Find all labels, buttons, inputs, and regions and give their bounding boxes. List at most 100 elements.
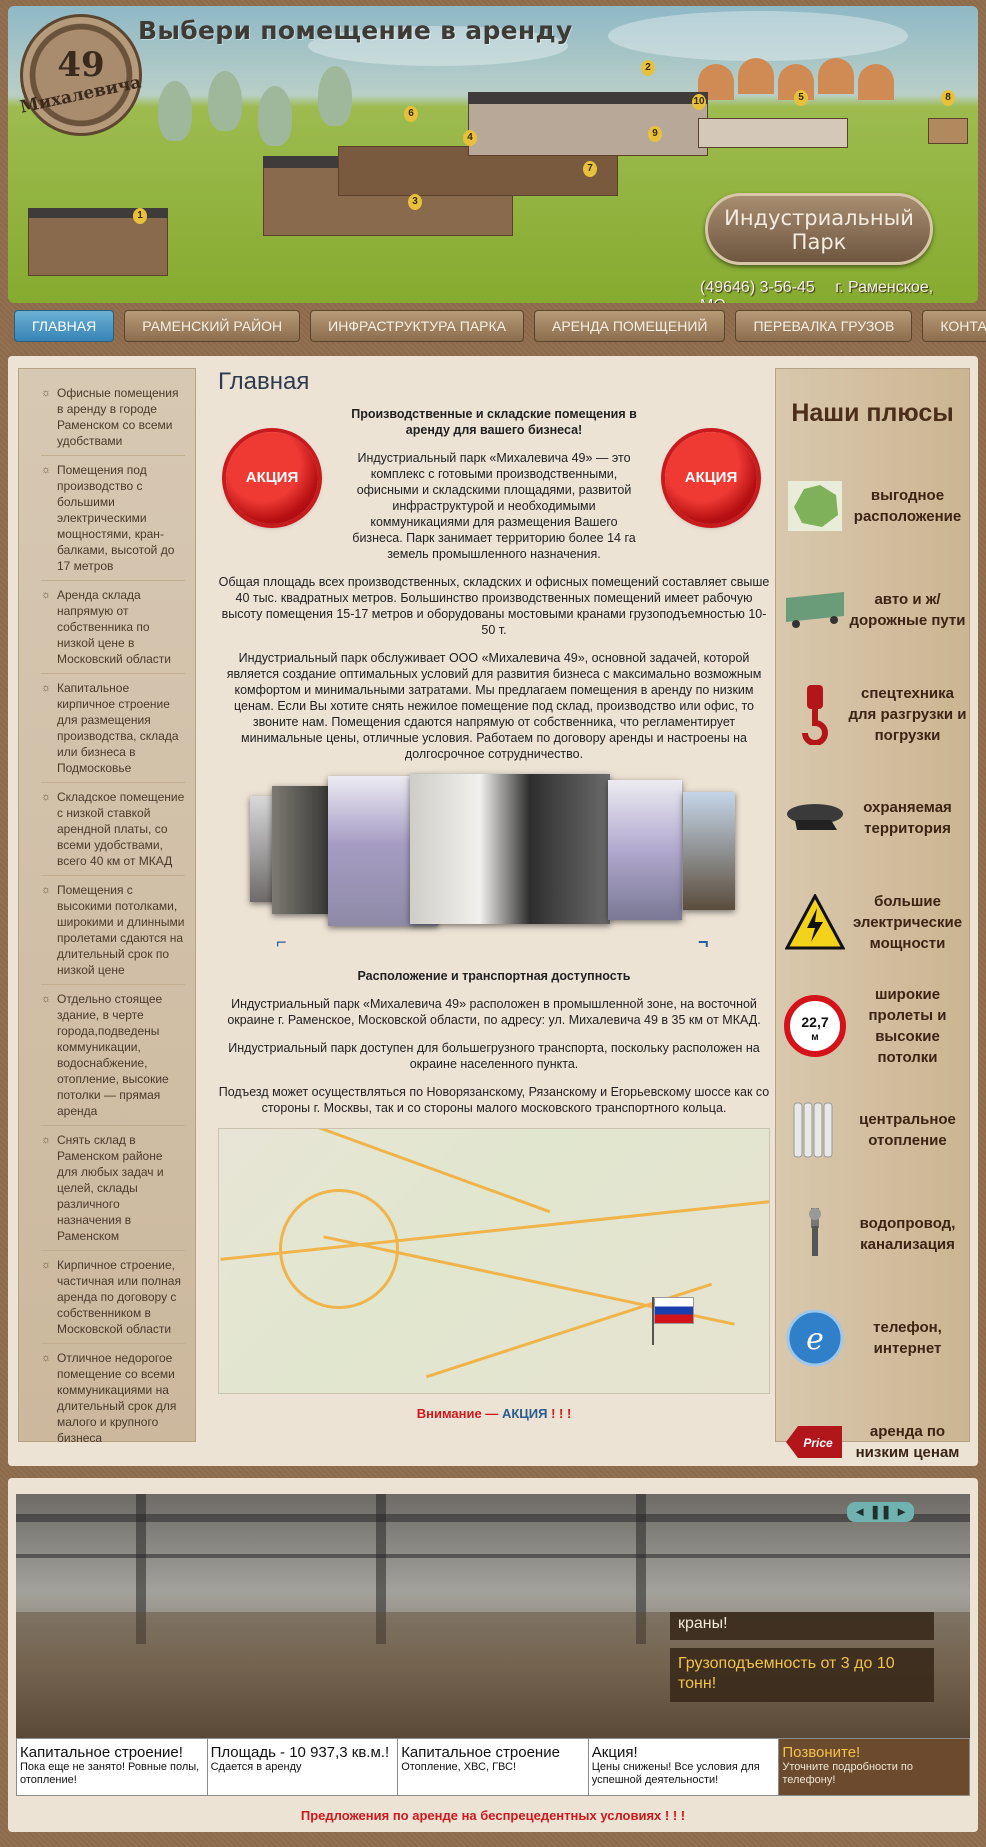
slider-tab-subtitle: Отопление, ХВС, ГВС! [401, 1761, 517, 1773]
header-title: Выбери помещение в аренду [138, 16, 573, 45]
advantage-item: авто и ж/дорожные пути [776, 558, 969, 662]
sidebar-link[interactable]: Аренда склада напрямую от собственника п… [41, 587, 185, 674]
tree [208, 71, 242, 131]
gallery-photo[interactable] [608, 780, 682, 920]
map-ring-road [279, 1189, 399, 1309]
sidebar-link[interactable]: Складское помещение с низкой ставкой аре… [41, 789, 185, 876]
advantage-label: большие электрические мощности [852, 892, 963, 952]
logo[interactable]: 49 Михалевича [19, 14, 143, 136]
sidebar-link[interactable]: Помещения с высокими потолками, широкими… [41, 882, 185, 985]
advantage-label: аренда по низким ценам [855, 1423, 960, 1461]
advantage-label: водопровод, канализация [859, 1215, 956, 1253]
map-pin-6[interactable]: 6 [404, 106, 418, 122]
nav-item-contacts[interactable]: КОНТАКТЫ [922, 310, 986, 342]
slider-tab-subtitle: Уточните подробности по телефону! [782, 1761, 913, 1786]
sidebar-link[interactable]: Кирпичное строение, частичная или полная… [41, 1257, 185, 1344]
sidebar-link[interactable]: Помещения под производство с большими эл… [41, 462, 185, 581]
slider-tab-subtitle: Цены снижены! Все условия для успешной д… [591, 1761, 760, 1786]
nav-item-district[interactable]: РАМЕНСКИЙ РАЙОН [124, 310, 301, 342]
slider-tab-subtitle: Пока еще не занято! Ровные полы, отоплен… [20, 1761, 200, 1786]
map-pin-9[interactable]: 9 [648, 126, 662, 142]
gallery-next-button[interactable]: ¬ [698, 932, 709, 953]
map-pin-5[interactable]: 5 [794, 90, 808, 106]
advantage-item: центральное отопление [776, 1078, 969, 1182]
intro-block: Производственные и складские помещения в… [344, 406, 644, 562]
advantage-item: выгодное расположение [776, 454, 969, 558]
map-pin-4[interactable]: 4 [463, 130, 477, 146]
advantage-label: спецтехника для разгрузки и погрузки [848, 684, 967, 744]
promo-stamp-right[interactable]: АКЦИЯ [665, 432, 757, 524]
slider-tab[interactable]: Акция! Цены снижены! Все условия для усп… [589, 1739, 780, 1795]
map-pin-2[interactable]: 2 [641, 60, 655, 76]
header-contact: (49646) 3-56-45 г. Раменское, МО [700, 279, 978, 303]
silo [738, 58, 774, 94]
paragraph-area: Общая площадь всех производственных, скл… [218, 575, 770, 637]
height-sign-value: 22,7 [801, 1014, 828, 1030]
promo-stamp-left[interactable]: АКЦИЯ [226, 432, 318, 524]
advantage-label: выгодное расположение [853, 487, 962, 525]
nav-item-infrastructure[interactable]: ИНФРАСТРУКТУРА ПАРКА [310, 310, 524, 342]
slider-tab[interactable]: Капитальное строение Отопление, ХВС, ГВС… [398, 1739, 589, 1795]
sidebar-link[interactable]: Отличное недорогое помещение со всеми ко… [41, 1350, 185, 1452]
advantage-item: большие электрические мощности [776, 870, 969, 974]
promo-line-exclaim: ! ! ! [547, 1406, 572, 1421]
park-plate-line1: Индустриальный [724, 206, 914, 230]
sidebar-link[interactable]: Отдельно стоящее здание, в черте города,… [41, 991, 185, 1126]
high-voltage-icon [784, 891, 846, 953]
faucet-icon [784, 1203, 846, 1265]
slider-tab-title: Позвоните! [782, 1744, 861, 1761]
slider-tab-title: Акция! [591, 1744, 638, 1761]
main-column: Главная АКЦИЯ АКЦИЯ Производственные и с… [218, 368, 770, 1421]
building-small [928, 118, 968, 144]
gallery-photo-active[interactable] [410, 774, 610, 924]
advantage-label: телефон, интернет [873, 1319, 942, 1357]
nav-item-home[interactable]: ГЛАВНАЯ [14, 310, 115, 342]
promo-line-akcia: АКЦИЯ [501, 1406, 548, 1421]
gallery-prev-button[interactable]: ⌐ [276, 932, 287, 953]
map-pin-3[interactable]: 3 [408, 194, 422, 210]
slider-tab-title: Капитальное строение! [20, 1744, 183, 1761]
slider-tab[interactable]: Площадь - 10 937,3 кв.м.! Сдается в арен… [208, 1739, 399, 1795]
location-heading: Расположение и транспортная доступность [357, 969, 631, 983]
advantage-label: широкие пролеты и высокие потолки [868, 986, 947, 1066]
roof [468, 92, 708, 104]
image-slider[interactable]: ◄ ❚❚ ► краны! Грузоподъемность от 3 до 1… [16, 1494, 970, 1738]
internet-icon: e [784, 1307, 846, 1369]
map-pin-7[interactable]: 7 [583, 161, 597, 177]
slider-caption-text: Грузоподъемность от 3 до 10 тонн! [670, 1648, 934, 1702]
advantage-label: центральное отопление [859, 1111, 956, 1149]
building-office [28, 216, 168, 276]
left-sidebar: Офисные помещения в аренду в городе Раме… [18, 368, 196, 1445]
promo-line-attention: Внимание — [416, 1406, 502, 1421]
advantage-label: охраняемая территория [863, 799, 952, 837]
crane-hook-icon [784, 683, 846, 745]
height-sign-icon: 22,7 м [784, 995, 846, 1057]
gallery-photo[interactable] [683, 792, 735, 910]
advantage-item: охраняемая территория [776, 766, 969, 870]
sidebar-link[interactable]: Офисные помещения в аренду в городе Раме… [41, 385, 185, 456]
map-pin-8[interactable]: 8 [941, 90, 955, 106]
advantage-item: 22,7 м широкие пролеты и высокие потолки [776, 974, 969, 1078]
sidebar-link[interactable]: Капитальное кирпичное строение для разме… [41, 680, 185, 783]
map-pin-10[interactable]: 10 [692, 94, 706, 110]
slider-controls[interactable]: ◄ ❚❚ ► [847, 1502, 914, 1522]
promo-line[interactable]: Внимание — АКЦИЯ ! ! ! [218, 1406, 770, 1421]
nav-item-rent[interactable]: АРЕНДА ПОМЕЩЕНИЙ [534, 310, 726, 342]
location-map[interactable] [218, 1128, 770, 1394]
main-nav: ГЛАВНАЯ РАМЕНСКИЙ РАЙОН ИНФРАСТРУКТУРА П… [8, 307, 986, 345]
slider-scene [16, 1514, 970, 1522]
svg-text:e: e [806, 1322, 824, 1357]
sidebar-link[interactable]: Снять склад в Раменском районе для любых… [41, 1132, 185, 1251]
content-area: Офисные помещения в аренду в городе Раме… [8, 356, 978, 1466]
footer-offer-text: Предложения по аренде на беспрецедентных… [300, 1808, 686, 1823]
slider-tab-active[interactable]: Позвоните! Уточните подробности по телеф… [779, 1739, 969, 1795]
access-text: Подъезд может осуществляться по Новоряза… [218, 1085, 770, 1115]
nav-item-cargo[interactable]: ПЕРЕВАЛКА ГРУЗОВ [735, 310, 913, 342]
map-pin-1[interactable]: 1 [133, 208, 147, 224]
intro-heading: Производственные и складские помещения в… [351, 407, 637, 437]
photo-gallery: ⌐ ¬ [218, 774, 770, 952]
park-plate-line2: Парк [791, 230, 847, 254]
intro-text: Индустриальный парк «Михалевича 49» — эт… [352, 451, 636, 561]
slider-tab[interactable]: Капитальное строение! Пока еще не занято… [17, 1739, 208, 1795]
height-sign-unit: м [811, 1032, 818, 1043]
